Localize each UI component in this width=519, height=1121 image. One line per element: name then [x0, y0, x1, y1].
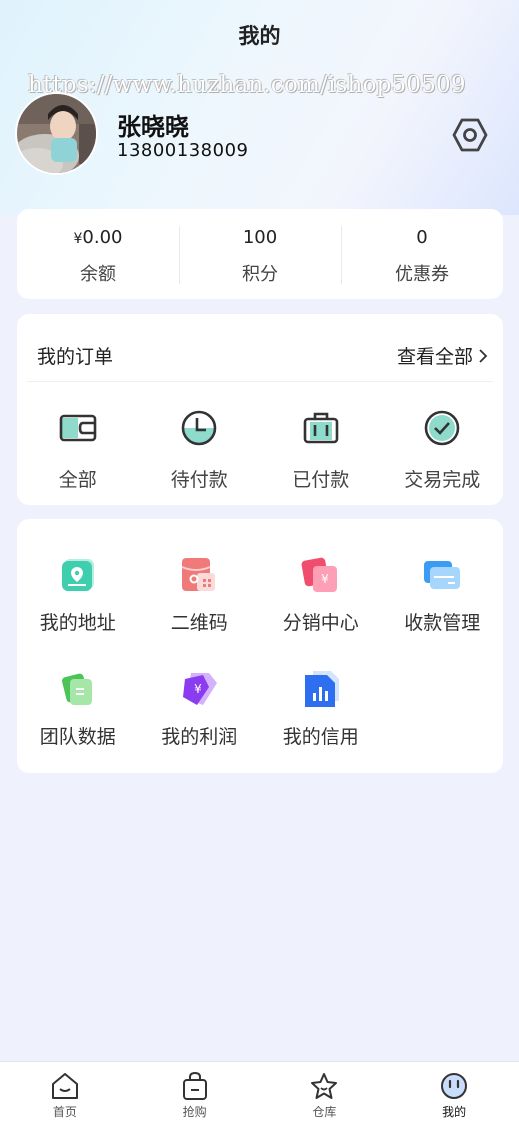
- bottom-tab-bar: 首页 抢购 仓库 我的: [0, 1061, 519, 1121]
- team-data-icon: [58, 669, 98, 709]
- tool-payment-label: 收款管理: [404, 612, 481, 634]
- coupons-label: 优惠券: [395, 264, 449, 285]
- tool-distribution-center[interactable]: ¥ 分销中心: [260, 555, 382, 669]
- balance-stat[interactable]: ¥0.00 余额: [17, 224, 179, 285]
- page-title: 我的: [238, 24, 281, 48]
- tool-my-credit-label: 我的信用: [282, 726, 359, 748]
- tool-distribution-label: 分销中心: [282, 612, 359, 634]
- tab-home-label: 首页: [52, 1105, 77, 1119]
- tool-my-profit-label: 我的利润: [161, 726, 238, 748]
- order-paid-label: 已付款: [292, 469, 350, 491]
- star-icon: [309, 1071, 339, 1101]
- clock-icon: [179, 408, 219, 448]
- tab-warehouse[interactable]: 仓库: [260, 1062, 390, 1121]
- tab-flash-sale-label: 抢购: [182, 1105, 207, 1119]
- services-card: 我的地址 二维码 ¥ 分销中心 收款管理 团队数据 ¥ 我的利润 我的信用: [17, 519, 503, 773]
- qrcode-icon: [179, 555, 219, 595]
- order-pending-payment[interactable]: 待付款: [139, 408, 261, 492]
- wallet-icon: [58, 408, 98, 448]
- balance-value: 0.00: [82, 227, 123, 248]
- tool-my-credit[interactable]: 我的信用: [260, 669, 382, 783]
- tool-my-address[interactable]: 我的地址: [17, 555, 139, 669]
- suitcase-icon: [301, 408, 341, 448]
- order-paid[interactable]: 已付款: [260, 408, 382, 492]
- order-all-label: 全部: [58, 469, 97, 491]
- order-all[interactable]: 全部: [17, 408, 139, 492]
- order-completed[interactable]: 交易完成: [382, 408, 504, 492]
- tool-qrcode-label: 二维码: [170, 612, 228, 634]
- points-label: 积分: [242, 264, 278, 285]
- view-all-orders-link[interactable]: 查看全部: [397, 342, 489, 369]
- coupons-value: 0: [416, 227, 428, 248]
- tool-my-address-label: 我的地址: [39, 612, 116, 634]
- home-icon: [50, 1071, 80, 1101]
- order-pending-label: 待付款: [170, 469, 228, 491]
- tool-qrcode[interactable]: 二维码: [139, 555, 261, 669]
- tab-flash-sale[interactable]: 抢购: [130, 1062, 260, 1121]
- settings-icon[interactable]: [451, 116, 489, 154]
- shopping-bag-icon: [180, 1071, 210, 1101]
- orders-header: 我的订单 查看全部: [27, 314, 493, 382]
- tool-my-profit[interactable]: ¥ 我的利润: [139, 669, 261, 783]
- tab-home[interactable]: 首页: [0, 1062, 130, 1121]
- balance-label: 余额: [80, 264, 116, 285]
- card-icon: [422, 555, 462, 595]
- credit-icon: [301, 669, 341, 709]
- view-all-label: 查看全部: [396, 346, 473, 368]
- profit-icon: ¥: [179, 669, 219, 709]
- tool-team-data-label: 团队数据: [39, 726, 116, 748]
- face-icon: [439, 1071, 469, 1101]
- order-completed-label: 交易完成: [404, 469, 481, 491]
- svg-text:¥: ¥: [321, 572, 329, 586]
- points-value: 100: [242, 227, 278, 248]
- user-phone: 13800138009: [117, 140, 249, 161]
- user-name: 张晓晓: [117, 113, 189, 141]
- check-circle-icon: [422, 408, 462, 448]
- tool-team-data[interactable]: 团队数据: [17, 669, 139, 783]
- distribution-icon: ¥: [301, 555, 341, 595]
- avatar[interactable]: [15, 92, 98, 175]
- points-stat[interactable]: 100 积分: [179, 224, 341, 285]
- svg-text:¥: ¥: [194, 682, 202, 696]
- tab-mine-label: 我的: [442, 1105, 467, 1119]
- tab-mine[interactable]: 我的: [389, 1062, 519, 1121]
- location-icon: [58, 555, 98, 595]
- account-stats-card: ¥0.00 余额 100 积分 0 优惠券: [17, 209, 503, 299]
- tab-warehouse-label: 仓库: [312, 1105, 337, 1119]
- tool-payment-management[interactable]: 收款管理: [382, 555, 504, 669]
- chevron-right-icon: [479, 348, 488, 363]
- my-orders-card: 我的订单 查看全部 全部 待付款 已付款 交易完成: [17, 314, 503, 505]
- orders-title: 我的订单: [37, 346, 114, 368]
- coupons-stat[interactable]: 0 优惠券: [341, 224, 503, 285]
- watermark: https://www.huzhan.com/ishop50509: [28, 72, 466, 98]
